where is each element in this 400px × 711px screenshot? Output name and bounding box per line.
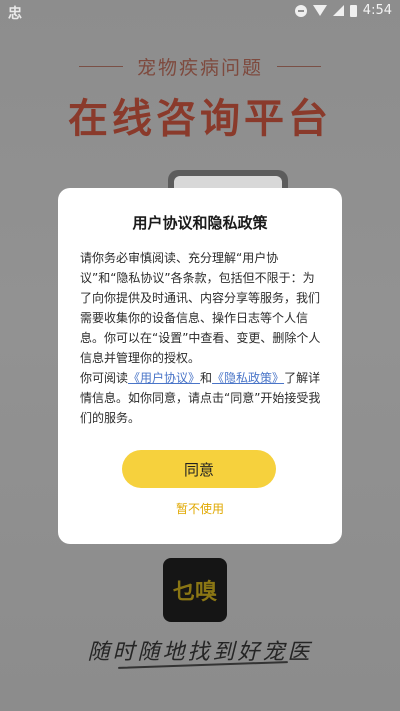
status-time: 4:54 xyxy=(362,3,392,18)
battery-icon xyxy=(349,4,357,17)
agree-button[interactable]: 同意 xyxy=(122,450,276,488)
decline-button[interactable]: 暂不使用 xyxy=(58,500,342,517)
app-logo: 乜嗅 xyxy=(163,558,227,622)
privacy-dialog: 用户协议和隐私政策 请你务必审慎阅读、充分理解“用户协议”和“隐私协议”各条款，… xyxy=(58,188,342,544)
splash-subtitle: 宠物疾病问题 xyxy=(136,56,263,79)
app-notification-icon: 忠 xyxy=(8,6,22,22)
dnd-icon xyxy=(294,4,307,17)
dialog-title: 用户协议和隐私政策 xyxy=(132,214,268,232)
phone-notch xyxy=(206,170,238,176)
dialog-body-intro: 请你务必审慎阅读、充分理解“用户协议”和“隐私协议”各条款，包括但不限于：为了向… xyxy=(80,251,321,365)
dialog-and: 和 xyxy=(200,371,213,385)
splash-subtitle-row: 宠物疾病问题 xyxy=(0,52,400,80)
splash-slogan: 随时随地找到好宠医 xyxy=(87,640,313,665)
app-logo-text: 乜嗅 xyxy=(172,580,217,605)
status-icons: 4:54 xyxy=(294,3,392,18)
dialog-read-prefix: 你可阅读 xyxy=(80,371,129,385)
splash-headline: 在线咨询平台 xyxy=(68,96,332,142)
privacy-policy-link[interactable]: 《隐私政策》 xyxy=(212,371,284,385)
divider xyxy=(78,65,123,67)
user-agreement-link[interactable]: 《用户协议》 xyxy=(128,371,200,385)
status-bar: 忠 4:54 xyxy=(0,0,400,24)
dialog-body: 请你务必审慎阅读、充分理解“用户协议”和“隐私协议”各条款，包括但不限于：为了向… xyxy=(80,248,324,428)
wifi-icon xyxy=(312,5,327,16)
signal-icon xyxy=(332,5,344,16)
divider xyxy=(277,65,321,67)
